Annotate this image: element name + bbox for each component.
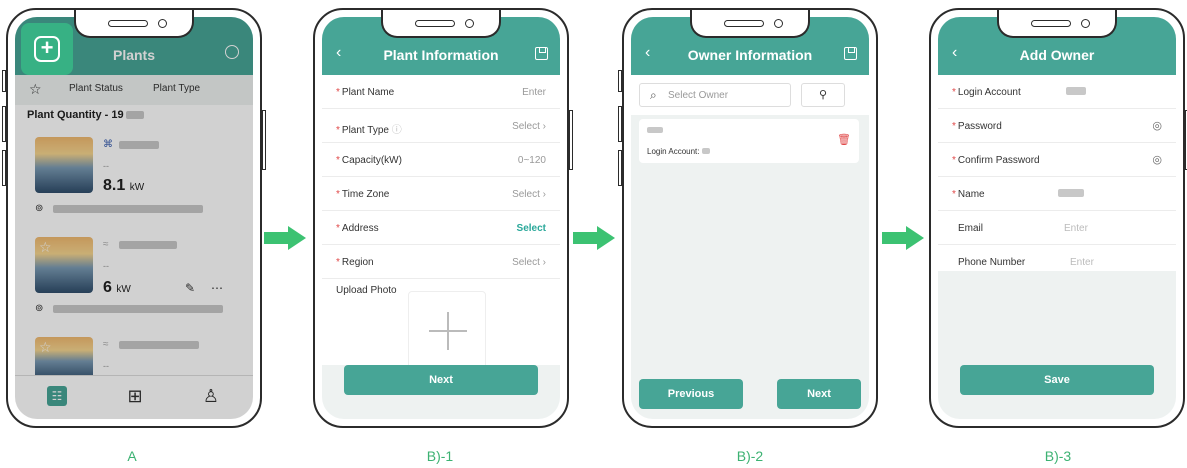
delete-icon[interactable]: 🗑 xyxy=(837,133,851,146)
page-title: Add Owner xyxy=(1019,47,1095,63)
caption-a: A xyxy=(127,448,137,464)
star-icon[interactable]: ☆ xyxy=(39,339,52,356)
plant-name-field[interactable]: * Plant Name Enter xyxy=(322,75,560,109)
hide-password-icon[interactable]: ◎ xyxy=(1152,153,1162,166)
bottom-nav: ☷ ⊞ ♙ xyxy=(15,375,253,419)
chevron-right-icon: › xyxy=(542,121,546,132)
star-icon[interactable]: ☆ xyxy=(39,239,52,256)
plus-icon: + xyxy=(34,36,60,62)
more-icon[interactable]: ⋯ xyxy=(211,281,223,295)
previous-button[interactable]: Previous xyxy=(639,379,743,409)
owner-login-label: Login Account: xyxy=(647,147,710,156)
caption-b1: B)-1 xyxy=(426,448,454,464)
region-field[interactable]: * Region Select › xyxy=(322,245,560,279)
next-button[interactable]: Next xyxy=(344,365,538,395)
plant-card[interactable]: ⌘ -- 8.1 kW ⊚ xyxy=(15,129,253,225)
select-owner-input[interactable]: ⌕ Select Owner xyxy=(639,83,791,107)
phone-plants: Plants ☆ Plant Status Plant Type Plant Q… xyxy=(2,8,266,428)
profile-icon[interactable]: ♙ xyxy=(201,386,221,406)
add-owner-button[interactable]: ⚲ xyxy=(801,83,845,107)
save-button[interactable]: Save xyxy=(960,365,1154,395)
search-icon[interactable] xyxy=(225,45,239,59)
location-icon: ⊚ xyxy=(35,203,44,214)
wifi-icon: ⌘ xyxy=(103,139,113,150)
wifi-icon: ≈ xyxy=(103,339,109,350)
owner-card[interactable]: Login Account: 🗑 xyxy=(639,119,859,163)
plant-thumbnail: ☆ xyxy=(35,237,93,293)
save-icon[interactable] xyxy=(535,47,548,60)
phone-add-owner: ‹ Add Owner * Login Account * Password ◎ * C… xyxy=(929,8,1187,428)
next-button[interactable]: Next xyxy=(777,379,861,409)
flow-arrow xyxy=(264,226,308,250)
page-title: Plant Information xyxy=(383,47,499,63)
phone-plant-information: ‹ Plant Information * Plant Name Enter * Pl… xyxy=(313,8,573,428)
chevron-right-icon: › xyxy=(542,257,546,268)
plant-card[interactable]: ☆ ≈ -- 6 kW ✎ ⋯ ⊚ xyxy=(15,229,253,325)
help-icon[interactable]: ⓘ xyxy=(392,125,402,136)
page-title: Owner Information xyxy=(687,47,813,63)
plant-type-field[interactable]: * Plant Type ⓘ Select › xyxy=(322,109,560,143)
plant-status-text: -- xyxy=(103,161,109,171)
location-icon: ⊚ xyxy=(35,303,44,314)
plant-type-filter[interactable]: Plant Type xyxy=(153,83,200,94)
phone-owner-information: ‹ Owner Information ⌕ Select Owner ⚲ Log… xyxy=(618,8,878,428)
caption-b2: B)-2 xyxy=(736,448,764,464)
chevron-right-icon: › xyxy=(542,189,546,200)
hide-password-icon[interactable]: ◎ xyxy=(1152,119,1162,132)
wifi-icon: ≈ xyxy=(103,239,109,250)
upload-photo-label: Upload Photo xyxy=(336,285,397,296)
stage: Plants ☆ Plant Status Plant Type Plant Q… xyxy=(0,0,1187,468)
add-plant-button[interactable]: + xyxy=(21,23,73,75)
plant-status-text: -- xyxy=(103,261,109,271)
apps-grid-icon[interactable]: ⊞ xyxy=(125,386,145,406)
confirm-password-field[interactable]: * Confirm Password ◎ xyxy=(938,143,1176,177)
plant-list-icon[interactable]: ☷ xyxy=(47,386,67,406)
star-icon[interactable]: ☆ xyxy=(29,81,42,98)
plant-power: 8.1 kW xyxy=(103,177,145,194)
add-user-icon: ⚲ xyxy=(818,89,828,101)
name-field[interactable]: * Name xyxy=(938,177,1176,211)
plant-thumbnail xyxy=(35,137,93,193)
edit-icon[interactable]: ✎ xyxy=(185,281,195,295)
plant-quantity: Plant Quantity - 19 xyxy=(27,109,144,121)
plant-power: 6 kW xyxy=(103,279,131,296)
save-icon[interactable] xyxy=(844,47,857,60)
plant-status-filter[interactable]: Plant Status xyxy=(69,83,123,94)
time-zone-field[interactable]: * Time Zone Select › xyxy=(322,177,560,211)
footer-area xyxy=(938,271,1176,419)
plant-status-text: -- xyxy=(103,361,109,371)
password-field[interactable]: * Password ◎ xyxy=(938,109,1176,143)
email-field[interactable]: Email Enter xyxy=(938,211,1176,245)
search-icon: ⌕ xyxy=(650,88,657,102)
capacity-field[interactable]: * Capacity(kW) 0~120 xyxy=(322,143,560,177)
filter-bar: ☆ Plant Status Plant Type xyxy=(15,75,253,105)
upload-photo-button[interactable] xyxy=(408,291,486,369)
flow-arrow xyxy=(882,226,926,250)
caption-b3: B)-3 xyxy=(1044,448,1072,464)
address-field[interactable]: * Address Select xyxy=(322,211,560,245)
login-account-field[interactable]: * Login Account xyxy=(938,75,1176,109)
flow-arrow xyxy=(573,226,617,250)
